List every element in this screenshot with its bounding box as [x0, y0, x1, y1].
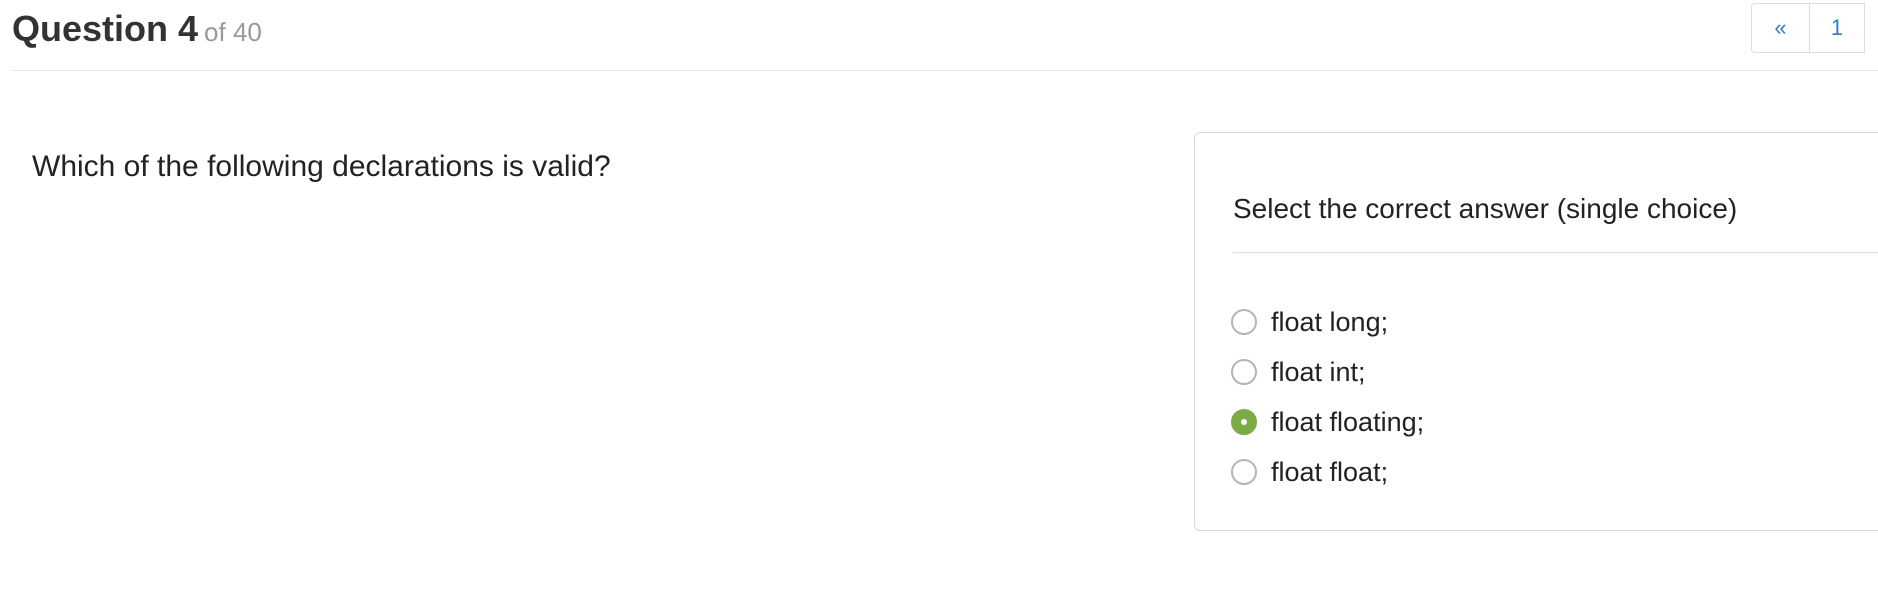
radio-button[interactable] — [1231, 309, 1257, 335]
answer-option-label: float float; — [1271, 456, 1389, 487]
question-header: Question 4 of 40 — [12, 0, 1878, 71]
answer-panel: Select the correct answer (single choice… — [1194, 132, 1878, 531]
question-total: of 40 — [204, 17, 262, 47]
answer-options: float long; float int; float floating; f… — [1231, 297, 1424, 497]
answer-option-label: float int; — [1271, 356, 1366, 387]
page-title: Question 4 of 40 — [12, 8, 262, 50]
question-text: Which of the following declarations is v… — [32, 150, 611, 183]
pagination: « 1 — [1751, 3, 1865, 53]
question-number: Question 4 — [12, 8, 199, 49]
answer-option-label: float floating; — [1271, 406, 1425, 437]
pagination-prev-button[interactable]: « — [1752, 4, 1810, 52]
pagination-page-1[interactable]: 1 — [1810, 4, 1865, 52]
answer-option[interactable]: float int; — [1231, 347, 1424, 397]
answer-instructions: Select the correct answer (single choice… — [1233, 193, 1738, 224]
answer-option[interactable]: float floating; — [1231, 397, 1424, 447]
answer-option[interactable]: float float; — [1231, 447, 1424, 497]
radio-button[interactable] — [1231, 409, 1257, 435]
answer-option[interactable]: float long; — [1231, 297, 1424, 347]
radio-button[interactable] — [1231, 359, 1257, 385]
answer-option-label: float long; — [1271, 306, 1389, 337]
radio-button[interactable] — [1231, 459, 1257, 485]
panel-divider — [1233, 252, 1878, 253]
